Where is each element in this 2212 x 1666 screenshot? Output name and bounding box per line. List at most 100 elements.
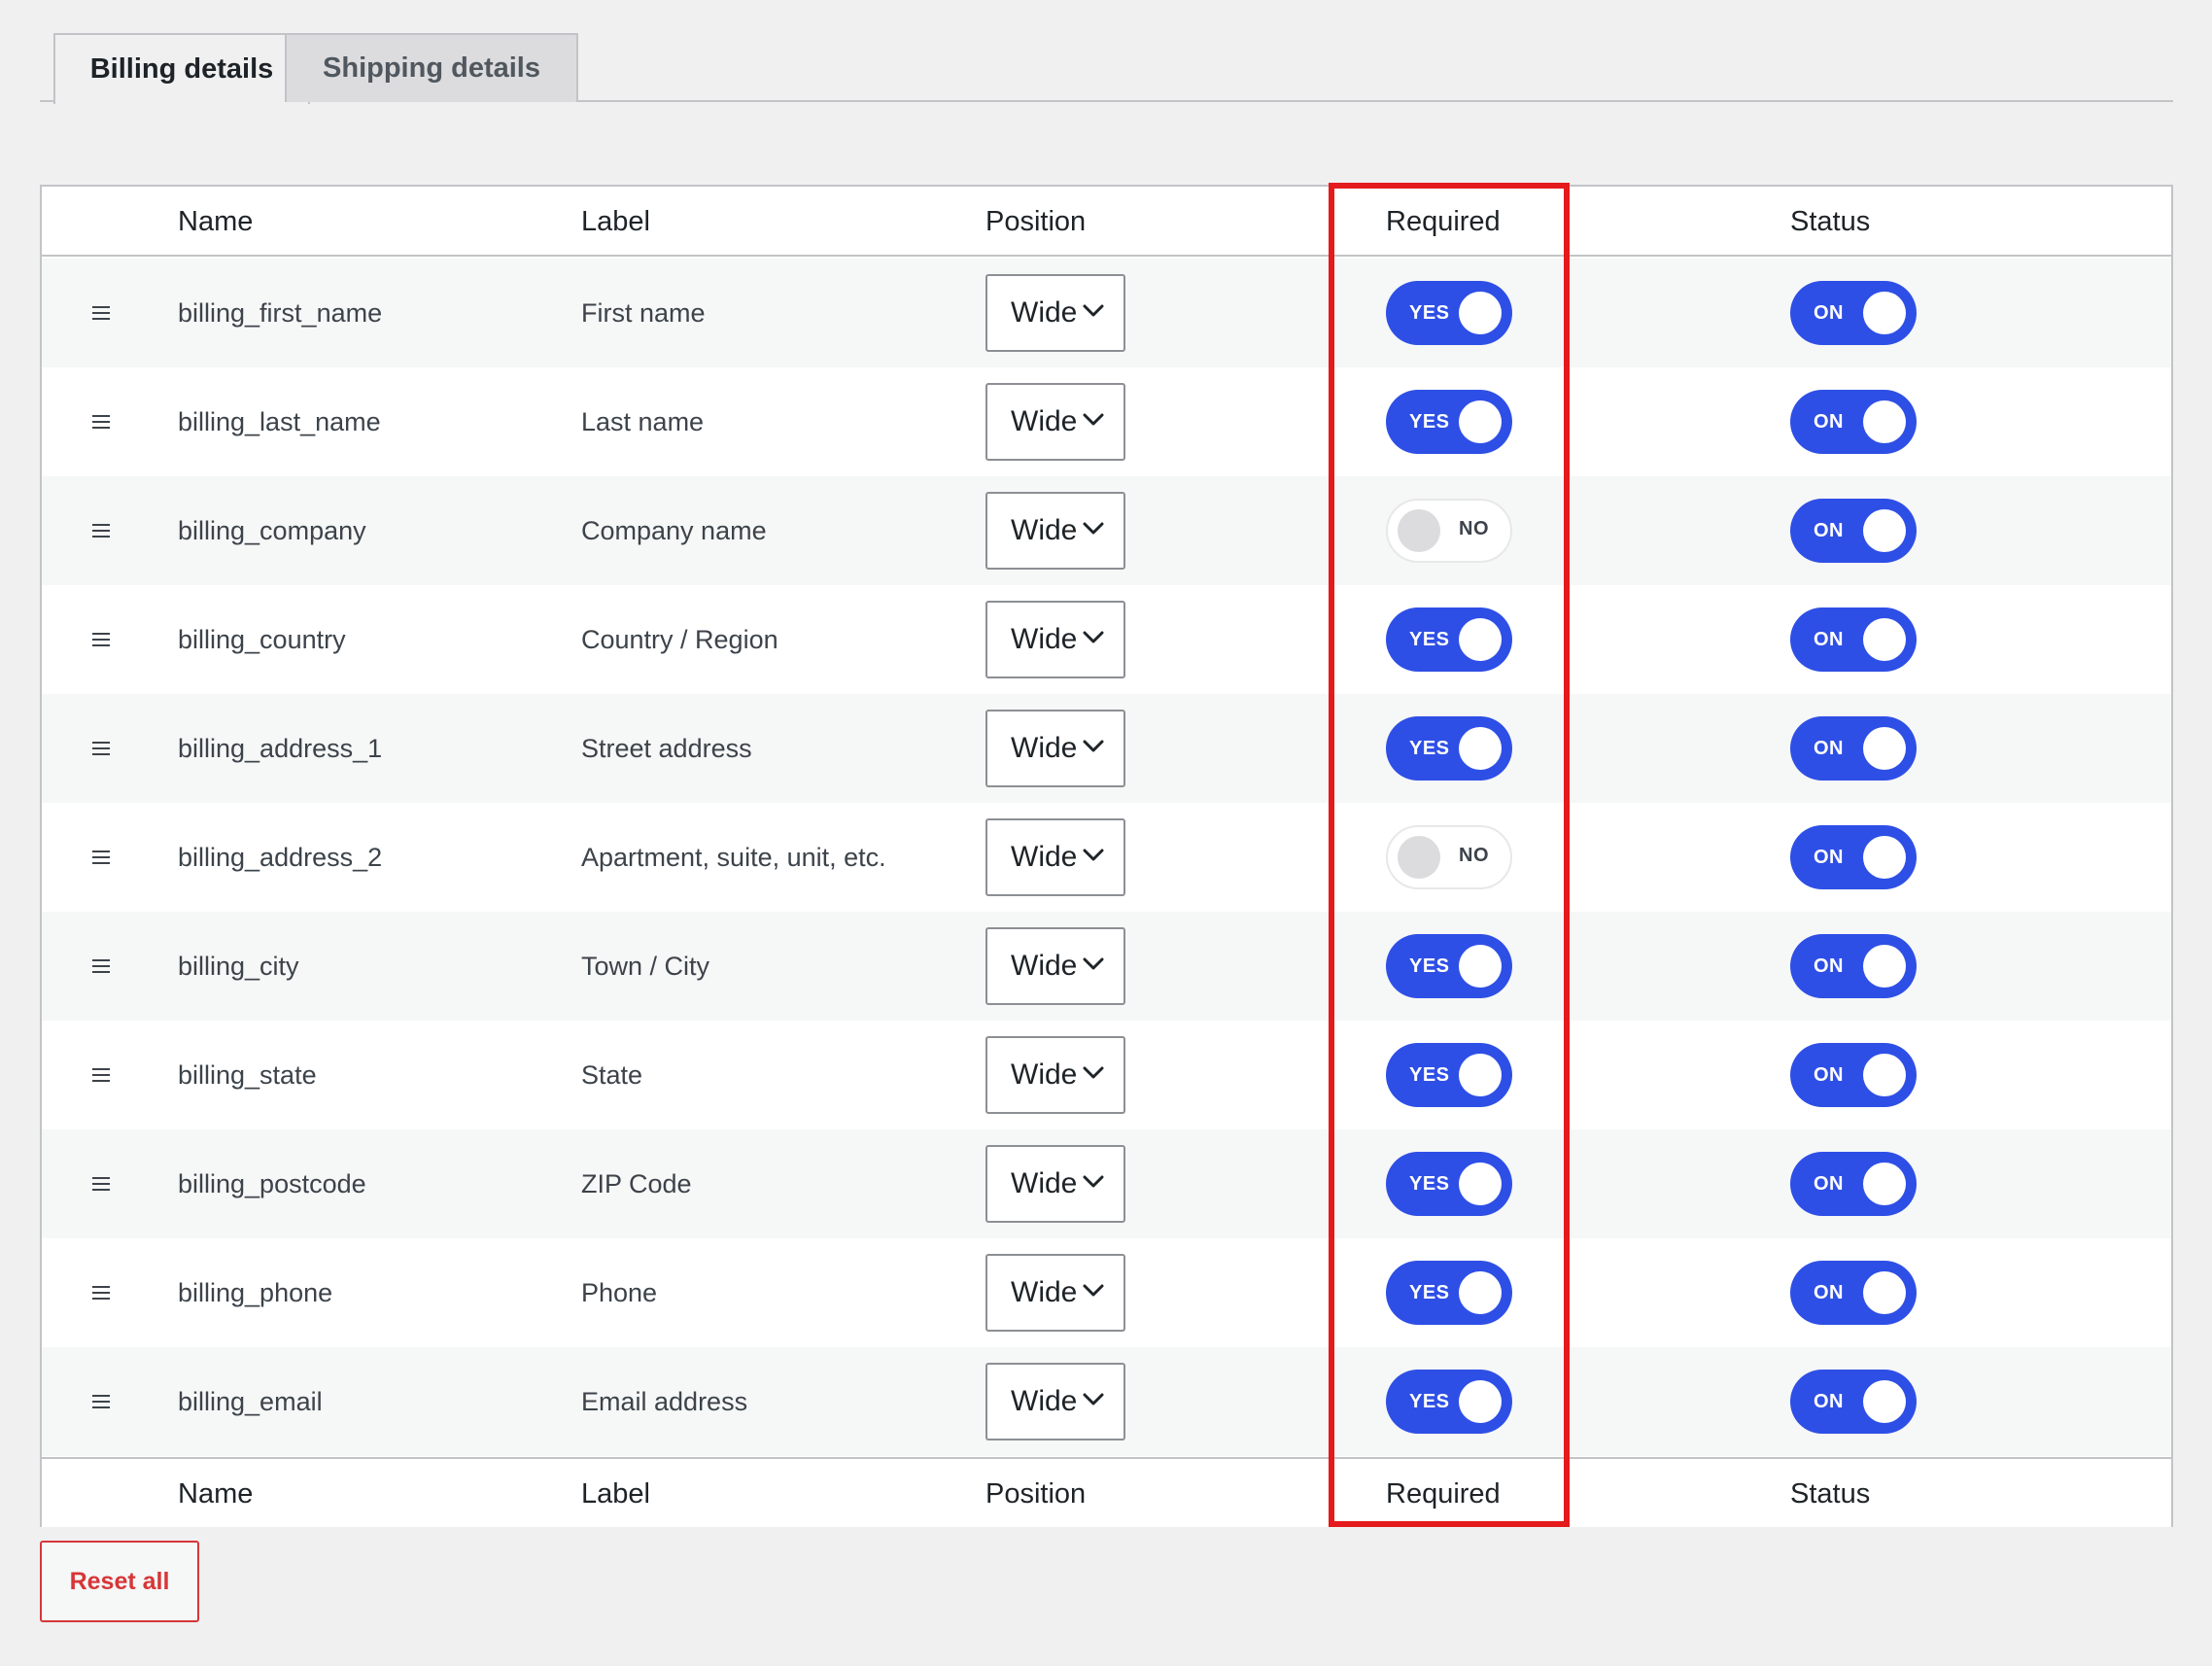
required-toggle[interactable]: YES (1386, 607, 1512, 672)
required-toggle-text: YES (1409, 1063, 1450, 1086)
table-row: billing_address_1 Street address Wide YES ON (42, 694, 2171, 803)
status-toggle[interactable]: ON (1790, 1043, 1917, 1107)
required-toggle[interactable]: YES (1386, 1261, 1512, 1325)
tab-shipping-details[interactable]: Shipping details (285, 33, 578, 102)
chevron-down-icon (1083, 1066, 1104, 1079)
drag-handle-icon[interactable] (88, 912, 114, 1021)
drag-handle-icon[interactable] (88, 476, 114, 585)
required-toggle-text: YES (1409, 301, 1450, 324)
required-toggle-cell: YES (1386, 259, 1512, 367)
field-label: Town / City (581, 951, 710, 981)
drag-handle-icon[interactable] (88, 367, 114, 476)
required-toggle-cell: YES (1386, 1129, 1512, 1238)
field-label: Company name (581, 515, 767, 545)
status-toggle[interactable]: ON (1790, 1152, 1917, 1216)
toggle-knob (1863, 509, 1906, 552)
position-select-value: Wide (1011, 950, 1078, 982)
position-select[interactable]: Wide (985, 1036, 1125, 1114)
table-row: billing_phone Phone Wide YES ON (42, 1238, 2171, 1347)
status-toggle-cell: ON (1790, 1129, 1917, 1238)
position-select[interactable]: Wide (985, 710, 1125, 787)
drag-handle-icon[interactable] (88, 1238, 114, 1347)
position-select[interactable]: Wide (985, 1254, 1125, 1332)
chevron-down-icon (1083, 1284, 1104, 1297)
reset-all-button[interactable]: Reset all (40, 1541, 199, 1622)
required-toggle[interactable]: YES (1386, 390, 1512, 454)
status-toggle[interactable]: ON (1790, 281, 1917, 345)
field-name: billing_country (178, 624, 346, 654)
drag-handle-icon[interactable] (88, 1347, 114, 1456)
position-select-value: Wide (1011, 732, 1078, 764)
status-toggle[interactable]: ON (1790, 934, 1917, 998)
column-header-label: Label (581, 205, 650, 237)
required-toggle[interactable]: NO (1386, 825, 1512, 889)
toggle-knob (1398, 836, 1440, 879)
position-select[interactable]: Wide (985, 927, 1125, 1005)
required-toggle[interactable]: YES (1386, 1152, 1512, 1216)
status-toggle-text: ON (1814, 628, 1844, 650)
field-label: State (581, 1059, 643, 1090)
required-toggle-text: YES (1409, 1390, 1450, 1412)
required-toggle-cell: YES (1386, 1347, 1512, 1456)
required-toggle-text: YES (1409, 628, 1450, 650)
chevron-down-icon (1083, 413, 1104, 426)
toggle-knob (1459, 1163, 1502, 1205)
required-toggle[interactable]: NO (1386, 499, 1512, 563)
status-toggle[interactable]: ON (1790, 1261, 1917, 1325)
position-select-cell: Wide (985, 1347, 1125, 1456)
column-footer-required: Required (1386, 1477, 1501, 1510)
status-toggle[interactable]: ON (1790, 607, 1917, 672)
drag-handle-icon[interactable] (88, 694, 114, 803)
required-toggle[interactable]: YES (1386, 1043, 1512, 1107)
status-toggle-cell: ON (1790, 367, 1917, 476)
status-toggle[interactable]: ON (1790, 499, 1917, 563)
toggle-knob (1863, 1054, 1906, 1096)
status-toggle[interactable]: ON (1790, 825, 1917, 889)
field-name: billing_address_1 (178, 733, 383, 763)
position-select[interactable]: Wide (985, 492, 1125, 570)
drag-handle-icon[interactable] (88, 585, 114, 694)
required-toggle[interactable]: YES (1386, 281, 1512, 345)
column-header-status: Status (1790, 205, 1871, 237)
toggle-knob (1459, 1271, 1502, 1314)
drag-handle-icon[interactable] (88, 259, 114, 367)
position-select[interactable]: Wide (985, 1145, 1125, 1223)
position-select[interactable]: Wide (985, 601, 1125, 678)
status-toggle[interactable]: ON (1790, 1370, 1917, 1434)
status-toggle-text: ON (1814, 737, 1844, 759)
status-toggle-text: ON (1814, 301, 1844, 324)
status-toggle-text: ON (1814, 1390, 1844, 1412)
toggle-knob (1459, 945, 1502, 988)
position-select[interactable]: Wide (985, 383, 1125, 461)
status-toggle[interactable]: ON (1790, 390, 1917, 454)
column-footer-name: Name (178, 1477, 254, 1510)
position-select-value: Wide (1011, 1167, 1078, 1199)
position-select-cell: Wide (985, 259, 1125, 367)
required-toggle-text: YES (1409, 1281, 1450, 1303)
chevron-down-icon (1083, 631, 1104, 643)
chevron-down-icon (1083, 522, 1104, 535)
toggle-knob (1863, 836, 1906, 879)
position-select-cell: Wide (985, 1021, 1125, 1129)
chevron-down-icon (1083, 1175, 1104, 1188)
drag-handle-icon[interactable] (88, 803, 114, 912)
position-select-value: Wide (1011, 1385, 1078, 1417)
tab-billing-details[interactable]: Billing details (53, 33, 310, 104)
field-label: Email address (581, 1386, 748, 1416)
drag-handle-icon[interactable] (88, 1129, 114, 1238)
required-toggle[interactable]: YES (1386, 716, 1512, 781)
tab-bar: Billing details Shipping details (40, 33, 2173, 104)
drag-handle-icon[interactable] (88, 1021, 114, 1129)
status-toggle[interactable]: ON (1790, 716, 1917, 781)
position-select[interactable]: Wide (985, 818, 1125, 896)
position-select[interactable]: Wide (985, 1363, 1125, 1440)
position-select-value: Wide (1011, 405, 1078, 437)
position-select-value: Wide (1011, 841, 1078, 873)
position-select[interactable]: Wide (985, 274, 1125, 352)
required-toggle[interactable]: YES (1386, 934, 1512, 998)
required-toggle[interactable]: YES (1386, 1370, 1512, 1434)
field-name: billing_state (178, 1059, 317, 1090)
position-select-cell: Wide (985, 912, 1125, 1021)
toggle-knob (1398, 509, 1440, 552)
table-row: billing_state State Wide YES ON (42, 1021, 2171, 1129)
